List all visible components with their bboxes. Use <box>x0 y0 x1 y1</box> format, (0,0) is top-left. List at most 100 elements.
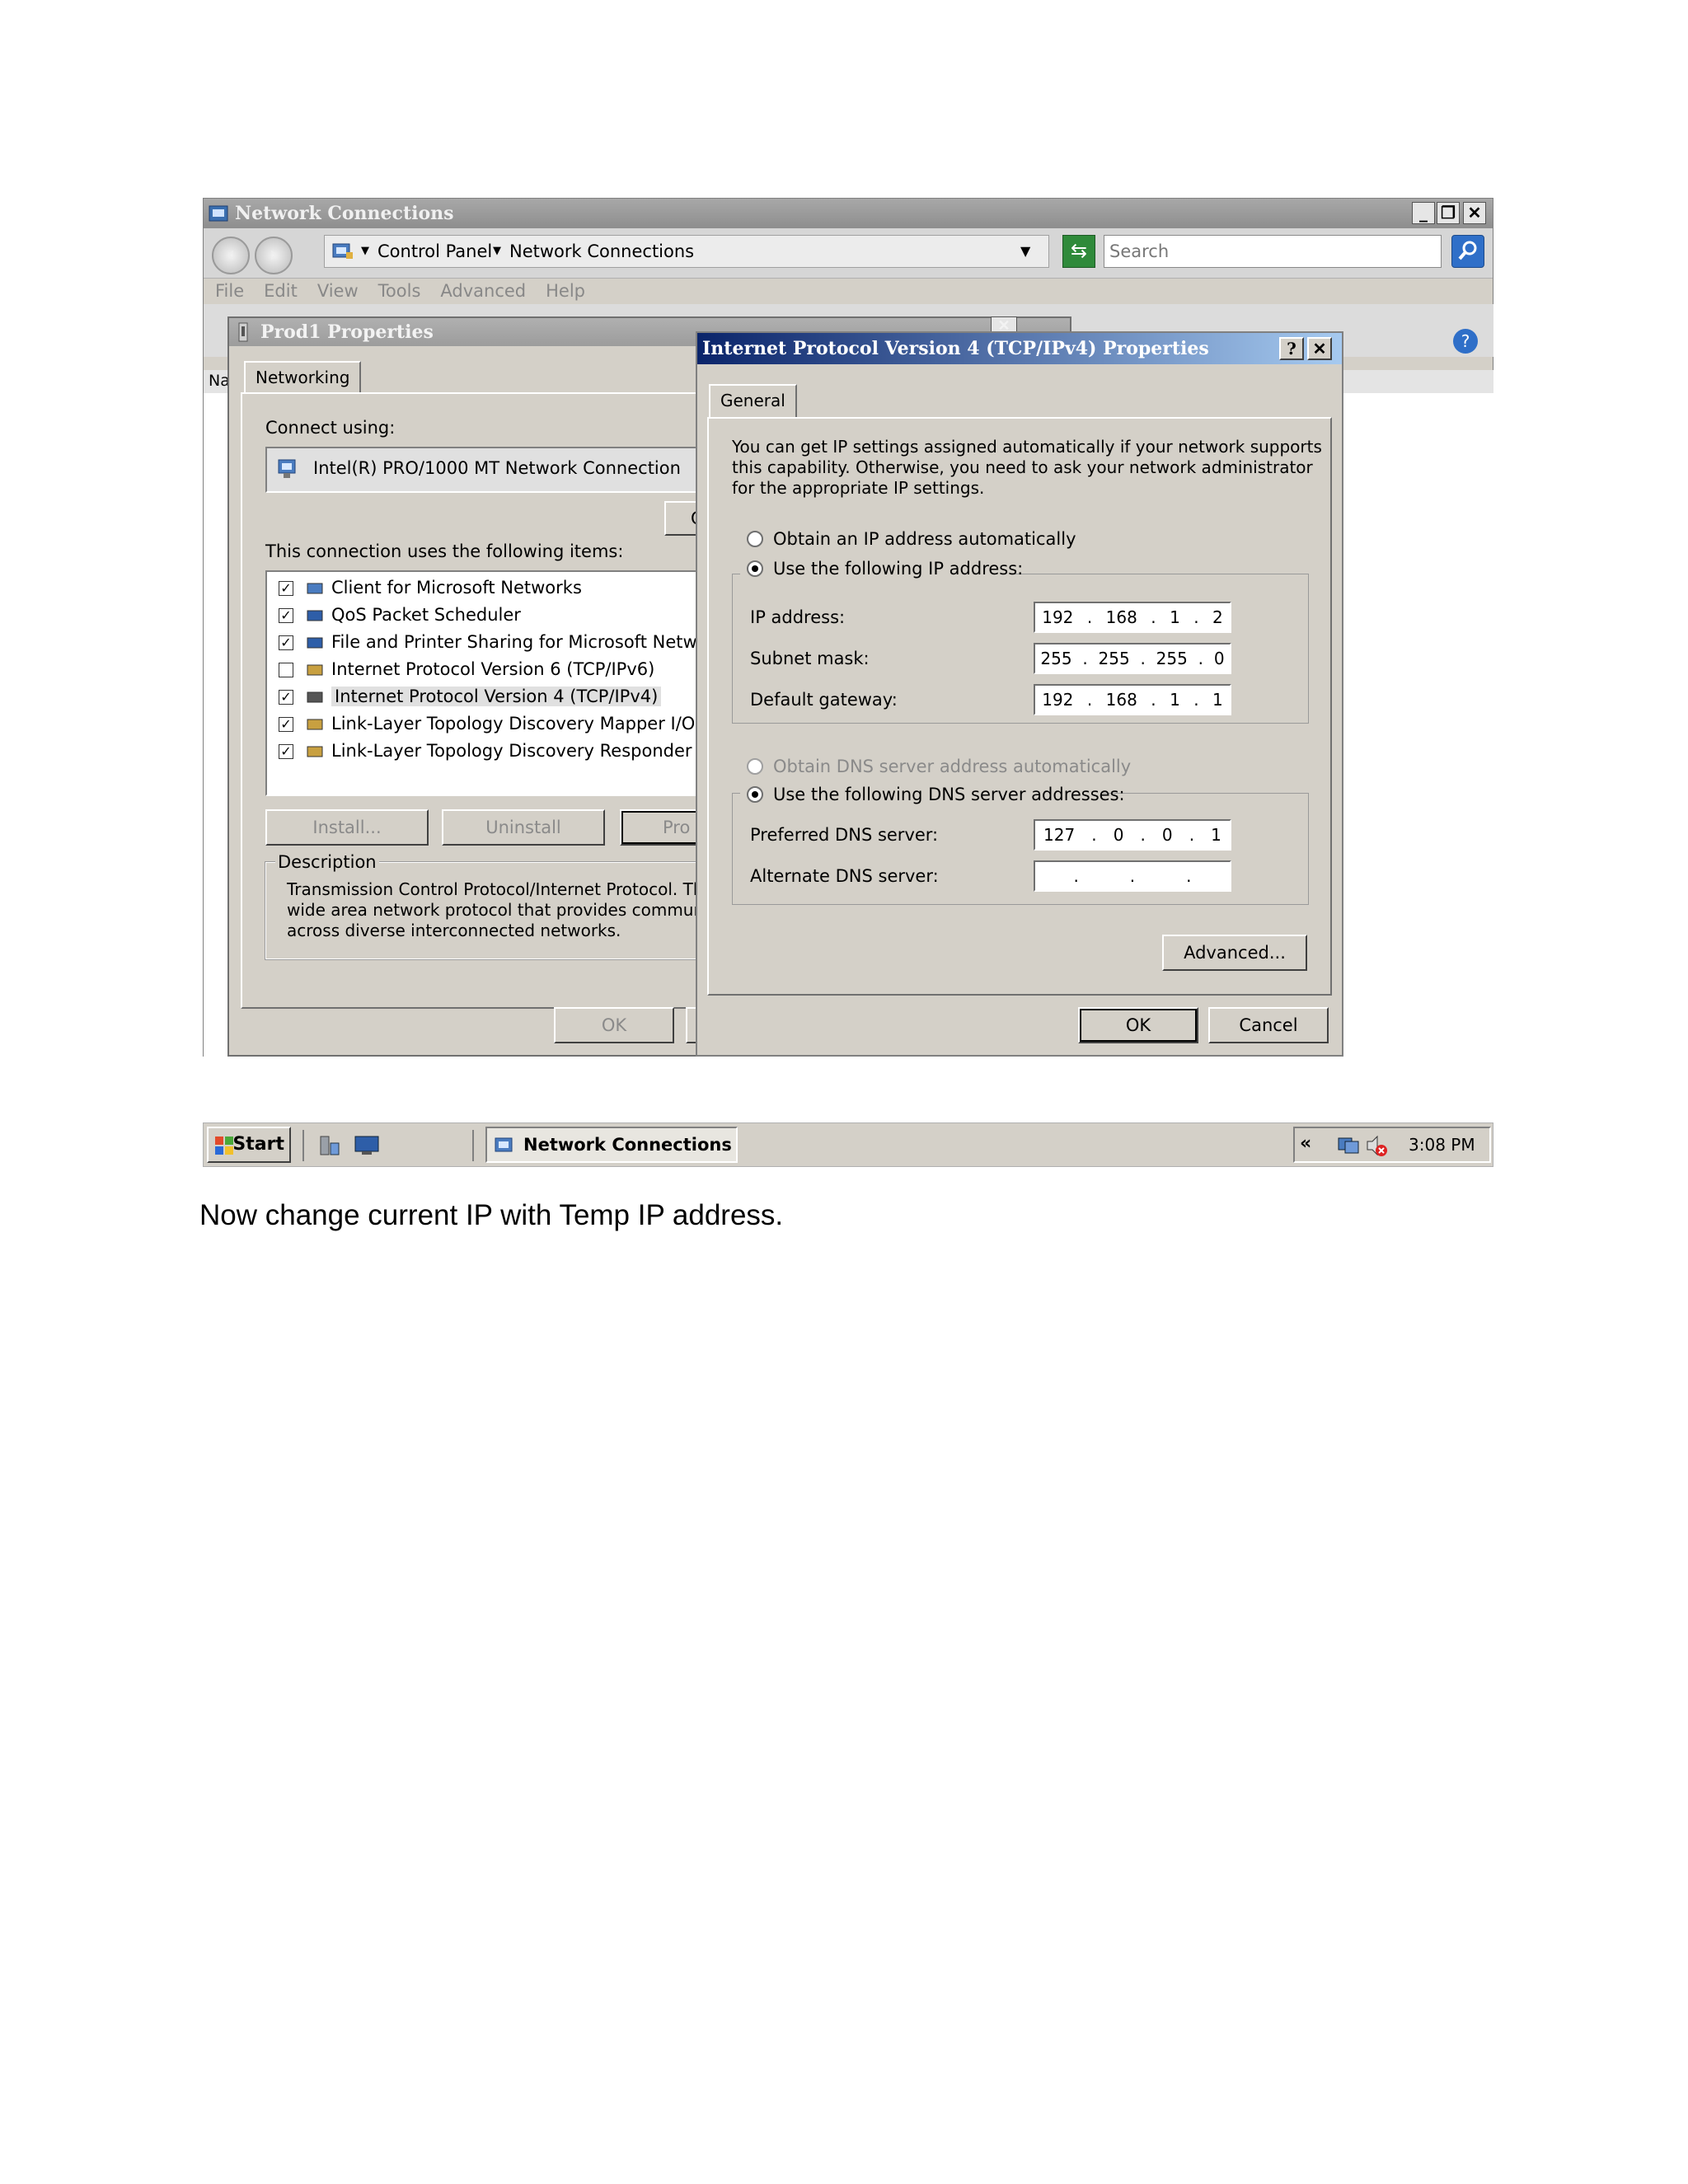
octet: 127 <box>1043 825 1076 845</box>
tab-general[interactable]: General <box>709 384 797 419</box>
advanced-button[interactable]: Advanced... <box>1162 935 1307 971</box>
obtain-ip-auto-label[interactable]: Obtain an IP address automatically <box>773 528 1076 550</box>
item-checkbox[interactable]: ✓ <box>279 744 293 759</box>
close-button[interactable]: ✕ <box>1463 202 1486 224</box>
item-checkbox[interactable]: ✓ <box>279 608 293 623</box>
list-item[interactable]: ✓ Link-Layer Topology Discovery Mapper I/… <box>267 711 734 738</box>
intro-line: for the appropriate IP settings. <box>732 478 985 498</box>
tray-expand-chevron[interactable]: « <box>1300 1133 1311 1154</box>
install-button[interactable]: Install... <box>265 809 429 846</box>
preferred-dns-label: Preferred DNS server: <box>750 825 939 845</box>
restore-button[interactable]: ❐ <box>1437 202 1460 224</box>
connect-using-label: Connect using: <box>265 418 396 438</box>
menu-help[interactable]: Help <box>546 281 585 301</box>
octet: 168 <box>1105 607 1137 627</box>
list-item[interactable]: Internet Protocol Version 6 (TCP/IPv6) <box>267 657 734 683</box>
item-checkbox[interactable] <box>279 663 293 677</box>
item-checkbox[interactable]: ✓ <box>279 581 293 596</box>
octet: 255 <box>1098 649 1130 668</box>
taskbar: Start Network Connections « 3:08 PM <box>203 1122 1493 1167</box>
minimize-button[interactable]: _ <box>1412 202 1435 224</box>
breadcrumb-network-connections[interactable]: Network Connections <box>509 236 694 267</box>
alternate-dns-field[interactable]: ... <box>1034 860 1231 892</box>
ok-button[interactable]: OK <box>1078 1007 1198 1043</box>
intro-line: this capability. Otherwise, you need to … <box>732 457 1313 477</box>
use-following-ip-radio[interactable] <box>747 560 763 577</box>
help-button[interactable]: ? <box>1279 337 1304 360</box>
list-item[interactable]: ✓ Internet Protocol Version 4 (TCP/IPv4) <box>267 684 734 710</box>
use-following-ip-label[interactable]: Use the following IP address: <box>773 558 1023 579</box>
search-icon[interactable] <box>1451 235 1484 268</box>
list-item[interactable]: ✓ File and Printer Sharing for Microsoft … <box>267 630 734 656</box>
ipv4-properties-dialog: Internet Protocol Version 4 (TCP/IPv4) P… <box>696 331 1343 1057</box>
cancel-button[interactable]: Cancel <box>1208 1007 1329 1043</box>
ipv4-titlebar: Internet Protocol Version 4 (TCP/IPv4) P… <box>697 333 1342 364</box>
search-input[interactable]: Search <box>1104 235 1442 268</box>
forward-button[interactable]: › <box>255 237 293 274</box>
item-checkbox[interactable]: ✓ <box>279 690 293 705</box>
menu-view[interactable]: View <box>317 281 359 301</box>
octet: 192 <box>1042 607 1074 627</box>
breadcrumb-control-panel[interactable]: Control Panel <box>377 236 492 267</box>
list-item[interactable]: ✓ QoS Packet Scheduler <box>267 602 734 629</box>
menu-edit[interactable]: Edit <box>264 281 298 301</box>
start-button[interactable]: Start <box>207 1127 291 1163</box>
list-item[interactable]: ✓ Client for Microsoft Networks <box>267 575 734 602</box>
preferred-dns-field[interactable]: 127. 0. 0. 1 <box>1034 819 1231 851</box>
taskbar-network-connections[interactable]: Network Connections <box>485 1127 738 1163</box>
protocol-icon <box>305 606 325 626</box>
show-desktop-icon[interactable] <box>354 1135 380 1156</box>
item-checkbox[interactable]: ✓ <box>279 635 293 650</box>
tab-networking[interactable]: Networking <box>244 361 362 394</box>
item-label: Internet Protocol Version 6 (TCP/IPv6) <box>331 659 655 679</box>
obtain-dns-auto-label[interactable]: Obtain DNS server address automatically <box>773 756 1131 777</box>
octet: 1 <box>1170 690 1180 710</box>
refresh-icon[interactable]: ⇆ <box>1062 235 1095 268</box>
window-title: Network Connections <box>235 203 454 224</box>
uninstall-button[interactable]: Uninstall <box>442 809 605 846</box>
menu-file[interactable]: File <box>215 281 244 301</box>
description-line: Transmission Control Protocol/Internet P… <box>287 879 729 899</box>
item-label: QoS Packet Scheduler <box>331 605 521 625</box>
column-header-name[interactable]: Na <box>209 372 230 390</box>
back-button[interactable]: ‹ <box>212 237 250 274</box>
items-label: This connection uses the following items… <box>265 541 624 561</box>
subnet-mask-field[interactable]: 255. 255. 255. 0 <box>1034 643 1231 674</box>
clock: 3:08 PM <box>1409 1135 1475 1155</box>
protocol-icon <box>305 715 325 734</box>
ipv4-title: Internet Protocol Version 4 (TCP/IPv4) P… <box>702 338 1209 359</box>
volume-muted-icon[interactable] <box>1364 1133 1389 1158</box>
protocol-icon <box>305 579 325 598</box>
item-label: Link-Layer Topology Discovery Mapper I/O… <box>331 714 726 733</box>
prod1-title: Prod1 Properties <box>260 321 434 343</box>
use-following-dns-radio[interactable] <box>747 786 763 803</box>
octet: 168 <box>1105 690 1137 710</box>
prod1-ok-button[interactable]: OK <box>554 1007 674 1043</box>
list-item[interactable]: ✓ Link-Layer Topology Discovery Responder <box>267 738 734 765</box>
ip-address-field[interactable]: 192. 168. 1. 2 <box>1034 602 1231 633</box>
network-tray-icon[interactable] <box>1336 1133 1361 1158</box>
item-checkbox[interactable]: ✓ <box>279 717 293 732</box>
address-dropdown-icon[interactable]: ▼ <box>1020 236 1030 267</box>
menu-tools[interactable]: Tools <box>378 281 421 301</box>
system-tray: « 3:08 PM <box>1293 1127 1491 1163</box>
octet: 1 <box>1212 690 1223 710</box>
obtain-ip-auto-radio[interactable] <box>747 531 763 547</box>
caption-text: Now change current IP with Temp IP addre… <box>199 1199 784 1231</box>
window-titlebar: Network Connections _ ❐ ✕ <box>204 199 1493 228</box>
use-following-dns-label[interactable]: Use the following DNS server addresses: <box>773 784 1125 805</box>
menu-advanced[interactable]: Advanced <box>440 281 526 301</box>
close-button[interactable]: ✕ <box>1307 337 1332 360</box>
network-folder-icon <box>494 1135 515 1156</box>
server-manager-icon[interactable] <box>317 1133 342 1158</box>
octet: 0 <box>1113 825 1124 845</box>
default-gateway-field[interactable]: 192. 168. 1. 1 <box>1034 684 1231 715</box>
description-line: across diverse interconnected networks. <box>287 921 621 940</box>
adapter-name: Intel(R) PRO/1000 MT Network Connection <box>313 458 681 478</box>
menu-bar: File Edit View Tools Advanced Help <box>204 278 1493 304</box>
obtain-dns-auto-radio[interactable] <box>747 758 763 775</box>
octet: 1 <box>1170 607 1180 627</box>
item-label: Client for Microsoft Networks <box>331 578 582 598</box>
help-icon[interactable]: ? <box>1453 329 1478 354</box>
address-box[interactable]: ▼ Control Panel ▼ Network Connections ▼ <box>324 235 1049 268</box>
